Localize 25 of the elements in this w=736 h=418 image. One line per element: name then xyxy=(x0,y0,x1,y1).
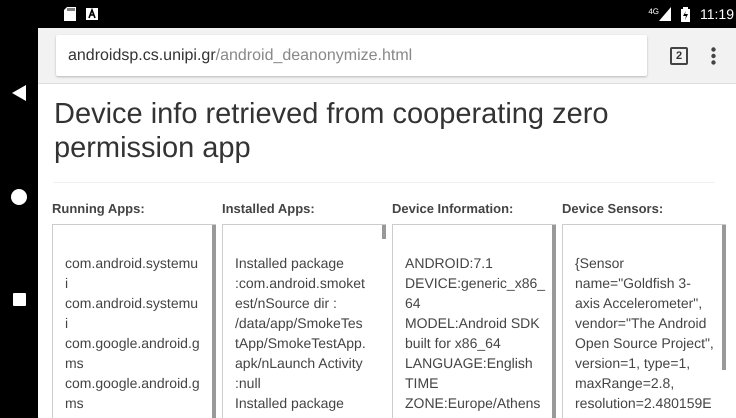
tab-count-button[interactable]: 2 xyxy=(670,46,688,64)
recents-icon[interactable] xyxy=(12,293,26,306)
a-box-icon xyxy=(86,8,98,20)
url-field[interactable]: androidsp.cs.unipi.gr/android_deanonymize.html xyxy=(56,35,647,76)
network-type: 4G xyxy=(648,7,659,16)
text-area[interactable]: Installed package :com.android.smoket est/nSource dir : /data/app/SmokeTes tApp/SmokeTestApp. apk/nLaunch Activity :null Installed package xyxy=(222,224,386,418)
column-title: Device Information: xyxy=(392,201,514,218)
column-title: Running Apps: xyxy=(52,201,146,218)
scrollbar-thumb[interactable] xyxy=(382,225,386,239)
back-icon[interactable] xyxy=(12,85,26,101)
menu-icon[interactable] xyxy=(711,46,716,64)
text-area[interactable]: ANDROID:7.1 DEVICE:generic_x86_ 64 MODEL:Android SDK built for x86_64 LANGUAGE:English TIME ZONE:Europe/Athens xyxy=(392,224,556,418)
scrollbar-thumb[interactable] xyxy=(552,225,556,418)
column-title: Installed Apps: xyxy=(222,201,316,218)
signal-icon xyxy=(659,7,671,21)
sd-card-icon xyxy=(64,7,76,21)
column-title: Device Sensors: xyxy=(562,201,664,218)
text-area[interactable]: {Sensor name="Goldfish 3- axis Accelerometer", vendor="The Android Open Source Project", version=1, type=1, maxRange=2.8, resolution=2.480159E xyxy=(562,224,726,418)
scrollbar-thumb[interactable] xyxy=(722,225,726,370)
page-heading: Device info retrieved from cooperating zero permission app xyxy=(54,97,714,183)
clock: 11:19 xyxy=(700,6,734,22)
text-area[interactable]: com.android.systemu i com.android.systemu i com.google.android.g ms com.google.android.g ms xyxy=(52,224,216,418)
battery-icon xyxy=(681,6,690,22)
home-icon[interactable] xyxy=(11,189,27,205)
scrollbar-thumb[interactable] xyxy=(212,225,216,418)
